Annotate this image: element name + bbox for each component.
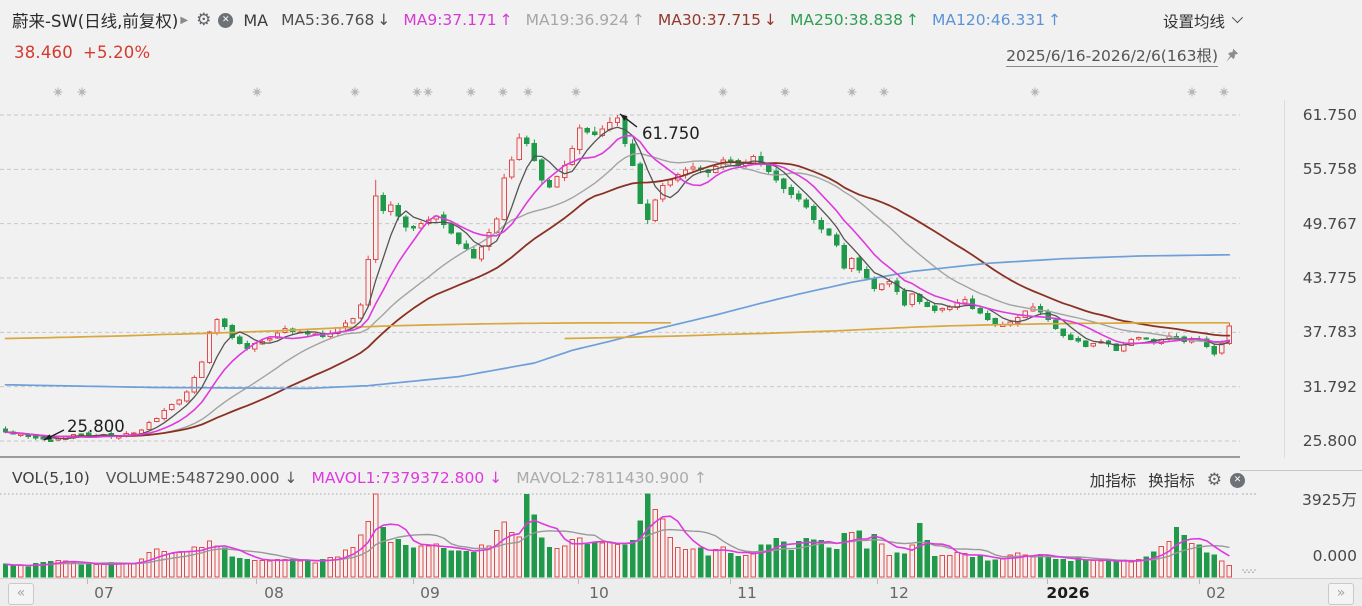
volume-header: VOL(5,10) VOLUME:5487290.000 ↓ MAVOL1:73…: [12, 469, 707, 487]
chart-settings-gear-icon[interactable]: ⚙: [196, 12, 211, 29]
month-tick: [877, 579, 878, 584]
ma-legend-item: MA9:37.171↑: [403, 11, 512, 29]
event-marker-icon[interactable]: [880, 88, 889, 97]
ma-legend-item: MA5:36.768↓: [281, 11, 390, 29]
ma-trend-arrow-icon: ↓: [764, 11, 777, 29]
price-axis-label: 61.750: [1303, 106, 1357, 124]
quote-row: 38.460 +5.20%: [14, 43, 150, 62]
ma-legend-value: MA120:46.331: [932, 11, 1045, 29]
ma-legend-value: MA5:36.768: [281, 11, 374, 29]
scroll-right-button[interactable]: »: [1328, 583, 1354, 605]
time-axis-label: 11: [737, 584, 757, 602]
event-marker-icon[interactable]: [78, 88, 87, 97]
change-percent: +5.20%: [83, 43, 150, 62]
event-marker-icon[interactable]: [424, 88, 433, 97]
price-annotation: 61.750: [642, 124, 700, 143]
event-marker-icon[interactable]: [1220, 88, 1229, 97]
candlestick-chart[interactable]: 61.750 25.800: [0, 0, 1362, 606]
event-marker-icon[interactable]: [524, 88, 533, 97]
price-axis-label: 25.800: [1303, 432, 1357, 450]
event-marker-icon[interactable]: [572, 88, 581, 97]
expand-caret-icon[interactable]: ▶: [180, 15, 188, 26]
pane-divider: [0, 456, 1240, 458]
event-marker-icon[interactable]: [1188, 88, 1197, 97]
event-marker-icon[interactable]: [253, 88, 262, 97]
price-axis-label: 49.767: [1303, 215, 1357, 233]
price-axis-label: 31.792: [1303, 378, 1357, 396]
ma-legend-value: MA19:36.924: [526, 11, 629, 29]
pin-icon[interactable]: [1223, 47, 1240, 64]
last-price: 38.460: [14, 43, 73, 62]
event-marker-icon[interactable]: [781, 88, 790, 97]
month-tick: [578, 579, 579, 584]
ma-settings-label[interactable]: 设置均线: [1163, 10, 1225, 32]
range-control: 2025/6/16-2026/2/6(163根): [1006, 44, 1240, 67]
mavol1-value: MAVOL1:7379372.800: [311, 469, 484, 487]
mavol2-value: MAVOL2:7811430.900: [516, 469, 689, 487]
ma-settings-control[interactable]: 设置均线: [1163, 10, 1240, 32]
ma-legend-value: MA9:37.171: [403, 11, 496, 29]
time-axis-label: 08: [264, 584, 284, 602]
close-indicator-icon[interactable]: ✕: [218, 13, 233, 28]
event-marker-icon[interactable]: [351, 88, 360, 97]
scroll-left-button[interactable]: «: [8, 583, 34, 605]
volume-value: VOLUME:5487290.000: [106, 469, 280, 487]
volume-arrow: ↓: [284, 469, 297, 487]
month-tick: [1199, 579, 1200, 584]
price-axis-label: 55.758: [1303, 160, 1357, 178]
ma-group-label: MA: [243, 11, 268, 30]
date-range-link[interactable]: 2025/6/16-2026/2/6(163根): [1006, 44, 1218, 67]
ma-trend-arrow-icon: ↑: [500, 11, 513, 29]
month-tick: [256, 579, 257, 584]
event-marker-icon[interactable]: [413, 88, 422, 97]
ma-legend-item: MA250:38.838↑: [790, 11, 919, 29]
switch-indicator-button[interactable]: 换指标: [1148, 469, 1195, 491]
add-indicator-button[interactable]: 加指标: [1090, 469, 1137, 491]
volume-settings-gear-icon[interactable]: ⚙: [1207, 472, 1222, 489]
ma-legend-item: MA120:46.331↑: [932, 11, 1061, 29]
volume-axis-label: 0.000: [1313, 547, 1357, 565]
month-tick: [413, 579, 414, 584]
chart-header: 蔚来-SW(日线,前复权) ▶ ⚙ ✕ MA MA5:36.768↓MA9:37…: [12, 9, 1061, 31]
axis-pane-divider: [1240, 470, 1362, 471]
price-axis-label: 37.783: [1303, 323, 1357, 341]
ma-legend-item: MA30:37.715↓: [658, 11, 777, 29]
ma-trend-arrow-icon: ↑: [1048, 11, 1061, 29]
time-axis-label: 02: [1206, 584, 1226, 602]
time-axis-label: 07: [94, 584, 114, 602]
close-volume-icon[interactable]: ✕: [1230, 473, 1245, 488]
time-axis-strip: 07 08 09 10 11 12 2026 02 « »: [0, 578, 1362, 606]
event-marker-icon[interactable]: [719, 88, 728, 97]
ma-legend: MA5:36.768↓MA9:37.171↑MA19:36.924↑MA30:3…: [268, 11, 1061, 29]
ma-legend-value: MA250:38.838: [790, 11, 903, 29]
event-marker-icon[interactable]: [1031, 88, 1040, 97]
price-axis-divider: [1284, 100, 1285, 458]
ma-trend-arrow-icon: ↑: [906, 11, 919, 29]
price-axis-label: 43.775: [1303, 269, 1357, 287]
ma-trend-arrow-icon: ↓: [377, 11, 390, 29]
time-axis-label: 10: [589, 584, 609, 602]
mavol1-arrow: ↓: [489, 469, 502, 487]
symbol-title[interactable]: 蔚来-SW(日线,前复权): [12, 8, 178, 32]
time-axis-label: 09: [420, 584, 440, 602]
indicator-controls: 加指标 换指标 ⚙ ✕: [1090, 469, 1245, 491]
time-axis-label: 2026: [1046, 584, 1089, 602]
volume-axis-label: 3925万: [1302, 488, 1357, 510]
event-marker-icon[interactable]: [54, 88, 63, 97]
event-marker-icon[interactable]: [467, 88, 476, 97]
ma-trend-arrow-icon: ↑: [632, 11, 645, 29]
month-tick: [1047, 579, 1048, 584]
mavol2-arrow: ↑: [694, 469, 707, 487]
vol-indicator-label: VOL(5,10): [12, 469, 90, 487]
price-annotation: 25.800: [67, 417, 125, 436]
ma-legend-item: MA19:36.924↑: [526, 11, 645, 29]
ma-legend-value: MA30:37.715: [658, 11, 761, 29]
event-marker-icon[interactable]: [499, 88, 508, 97]
more-data-ellipsis: …: [1243, 562, 1255, 576]
month-tick: [730, 579, 731, 584]
event-marker-icon[interactable]: [848, 88, 857, 97]
time-axis-label: 12: [889, 584, 909, 602]
month-tick: [87, 579, 88, 584]
